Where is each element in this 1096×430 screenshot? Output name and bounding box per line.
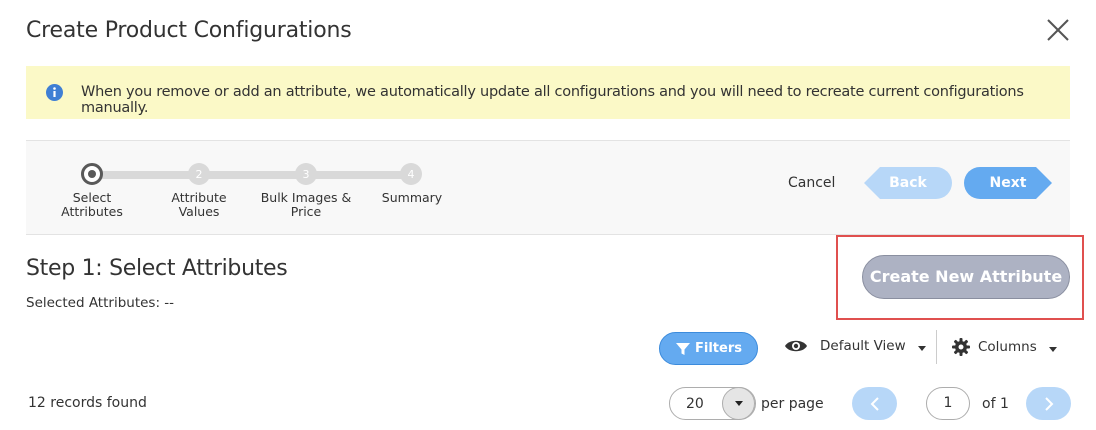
per-page-dropdown-toggle[interactable]: [722, 387, 755, 420]
step-3-label[interactable]: Bulk Images & Price: [251, 191, 361, 219]
per-page-select[interactable]: 20: [669, 387, 756, 420]
next-page-button[interactable]: [1026, 387, 1071, 420]
chevron-right-icon: [1044, 396, 1053, 411]
step-2-label-line1: Attribute: [171, 190, 227, 205]
step-3-dot[interactable]: 3: [295, 163, 317, 185]
view-switcher[interactable]: Default View: [784, 338, 926, 354]
eye-icon: [785, 340, 807, 352]
step-heading: Step 1: Select Attributes: [26, 256, 288, 281]
selected-attributes-text: Selected Attributes: --: [26, 295, 175, 311]
step-1-label[interactable]: Select Attributes: [37, 191, 147, 219]
step-3-label-line1: Bulk Images &: [260, 190, 352, 205]
columns-label: Columns: [978, 339, 1037, 355]
filter-icon: [676, 342, 690, 355]
chevron-left-icon: [870, 396, 879, 411]
step-1-dot[interactable]: [81, 163, 103, 185]
records-found: 12 records found: [28, 395, 147, 411]
toolbar-divider: [936, 330, 937, 364]
notice-banner: When you remove or add an attribute, we …: [26, 66, 1070, 119]
progress-track: [92, 171, 412, 179]
step-1-label-line2: Attributes: [61, 204, 123, 219]
chevron-down-icon: [1048, 346, 1057, 352]
cancel-button[interactable]: Cancel: [788, 175, 835, 191]
previous-page-button[interactable]: [852, 387, 897, 420]
step-2-dot[interactable]: 2: [188, 163, 210, 185]
view-label: Default View: [820, 338, 906, 354]
create-new-attribute-button[interactable]: Create New Attribute: [862, 255, 1070, 299]
info-icon: [46, 84, 63, 101]
close-icon: [1047, 19, 1069, 41]
per-page-value: 20: [686, 396, 704, 412]
back-button-label: Back: [889, 175, 927, 191]
step-4-label-line1: Summary: [381, 190, 443, 205]
back-button[interactable]: Back: [864, 167, 952, 199]
step-4-dot[interactable]: 4: [400, 163, 422, 185]
filters-label: Filters: [695, 341, 742, 356]
close-button[interactable]: [1044, 16, 1072, 44]
total-pages-label: of 1: [982, 396, 1009, 412]
next-button[interactable]: Next: [964, 167, 1052, 199]
step-2-label[interactable]: Attribute Values: [144, 191, 254, 219]
chevron-down-icon: [734, 401, 743, 406]
next-button-label: Next: [989, 175, 1027, 191]
notice-message: When you remove or add an attribute, we …: [81, 84, 1024, 116]
step-2-label-line2: Values: [178, 204, 220, 219]
step-1-label-line1: Select: [72, 190, 112, 205]
chevron-down-icon: [917, 345, 926, 351]
current-page-input[interactable]: 1: [926, 387, 970, 420]
gear-icon: [952, 338, 970, 356]
filters-button[interactable]: Filters: [659, 332, 758, 365]
modal-title: Create Product Configurations: [26, 18, 352, 43]
step-3-label-line2: Price: [290, 204, 322, 219]
step-4-label[interactable]: Summary: [357, 191, 467, 205]
columns-button[interactable]: Columns: [952, 338, 1057, 356]
per-page-label: per page: [761, 396, 824, 412]
wizard-bar: 2 3 4 Select Attributes Attribute Values…: [26, 140, 1070, 235]
